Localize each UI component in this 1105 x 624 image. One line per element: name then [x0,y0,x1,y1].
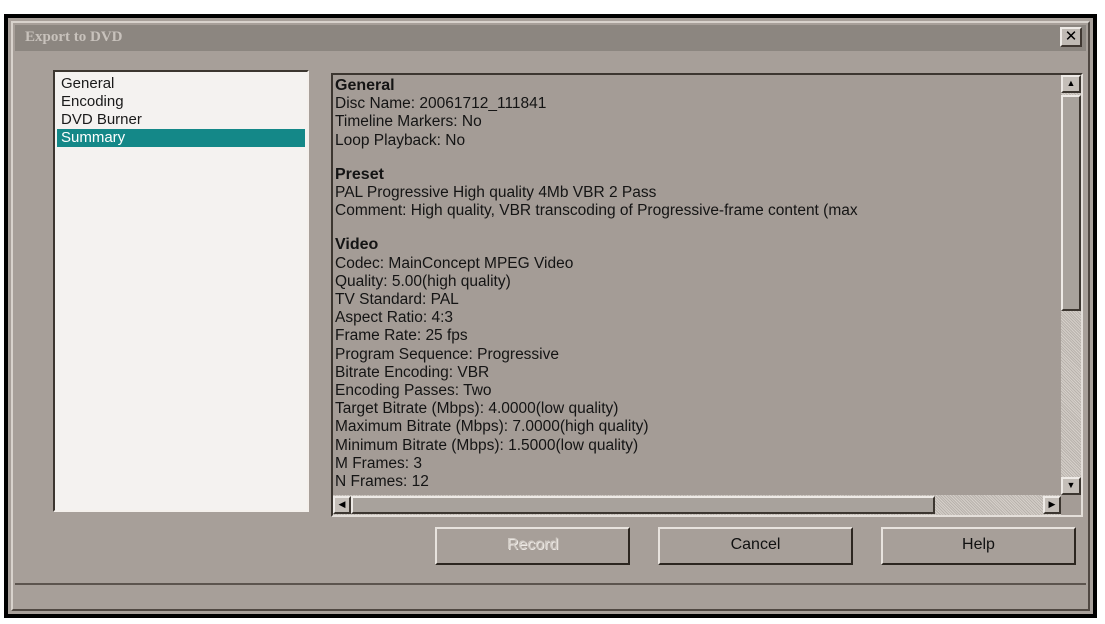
category-list[interactable]: General Encoding DVD Burner Summary [53,70,309,512]
scroll-up-button[interactable]: ▲ [1061,75,1081,93]
screenshot-frame: Export to DVD ✕ General Encoding DVD Burne… [4,14,1097,618]
export-to-dvd-dialog: Export to DVD ✕ General Encoding DVD Burne… [11,21,1090,611]
horizontal-scroll-thumb[interactable] [351,496,935,514]
summary-line: Timeline Markers: No [335,113,482,131]
summary-line: PAL Progressive High quality 4Mb VBR 2 P… [335,184,657,202]
arrow-down-icon: ▼ [1066,480,1076,490]
summary-line: Quality: 5.00(high quality) [335,272,511,290]
nav-item-summary[interactable]: Summary [57,129,305,147]
arrow-right-icon: ▶ [1048,499,1056,509]
summary-spacer [335,150,1059,166]
arrow-up-icon: ▲ [1066,78,1076,88]
arrow-left-icon: ◀ [338,499,346,509]
cancel-button[interactable]: Cancel [658,527,853,565]
scroll-down-button[interactable]: ▼ [1061,477,1081,495]
summary-line: TV Standard: PAL [335,291,459,309]
horizontal-scrollbar[interactable]: ◀ ▶ [333,495,1061,515]
summary-section-heading: Video [335,236,379,254]
summary-line: Bitrate Encoding: VBR [335,363,490,381]
summary-line: N Frames: 12 [335,473,429,491]
close-icon: ✕ [1064,28,1078,45]
summary-text: General Disc Name: 20061712_111841 Timelin… [335,77,1059,495]
summary-section-heading: General [335,77,395,94]
scroll-right-button[interactable]: ▶ [1043,496,1061,514]
summary-spacer [335,220,1059,236]
help-button[interactable]: Help [881,527,1076,565]
summary-line: Target Bitrate (Mbps): 4.0000(low qualit… [335,400,619,418]
summary-line: Maximum Bitrate (Mbps): 7.0000(high qual… [335,418,649,436]
vertical-scrollbar[interactable]: ▲ ▼ [1061,75,1081,495]
summary-section-heading: Preset [335,165,384,183]
title-bar[interactable]: Export to DVD ✕ [15,25,1086,51]
summary-line: Program Sequence: Progressive [335,345,560,363]
nav-item-dvd-burner[interactable]: DVD Burner [57,111,305,129]
summary-line: M Frames: 3 [335,454,422,472]
summary-panel[interactable]: General Disc Name: 20061712_111841 Timelin… [331,73,1083,517]
scroll-left-button[interactable]: ◀ [333,496,351,514]
summary-line: Codec: MainConcept MPEG Video [335,254,574,272]
summary-line: Frame Rate: 25 fps [335,327,468,345]
status-bar [15,583,1086,607]
summary-line: Disc Name: 20061712_111841 [335,95,547,113]
summary-line: Minimum Bitrate (Mbps): 1.5000(low quali… [335,436,639,454]
summary-line: Aspect Ratio: 4:3 [335,309,454,327]
window-title: Export to DVD [25,29,123,45]
summary-line: Comment: High quality, VBR transcoding o… [335,202,858,220]
record-button[interactable]: Record [435,527,630,565]
scroll-corner [1061,495,1081,515]
close-button[interactable]: ✕ [1060,27,1082,47]
vertical-scroll-thumb[interactable] [1061,95,1081,311]
nav-item-general[interactable]: General [57,75,305,93]
summary-line: Loop Playback: No [335,131,466,149]
nav-item-encoding[interactable]: Encoding [57,93,305,111]
summary-line: Encoding Passes: Two [335,382,492,400]
